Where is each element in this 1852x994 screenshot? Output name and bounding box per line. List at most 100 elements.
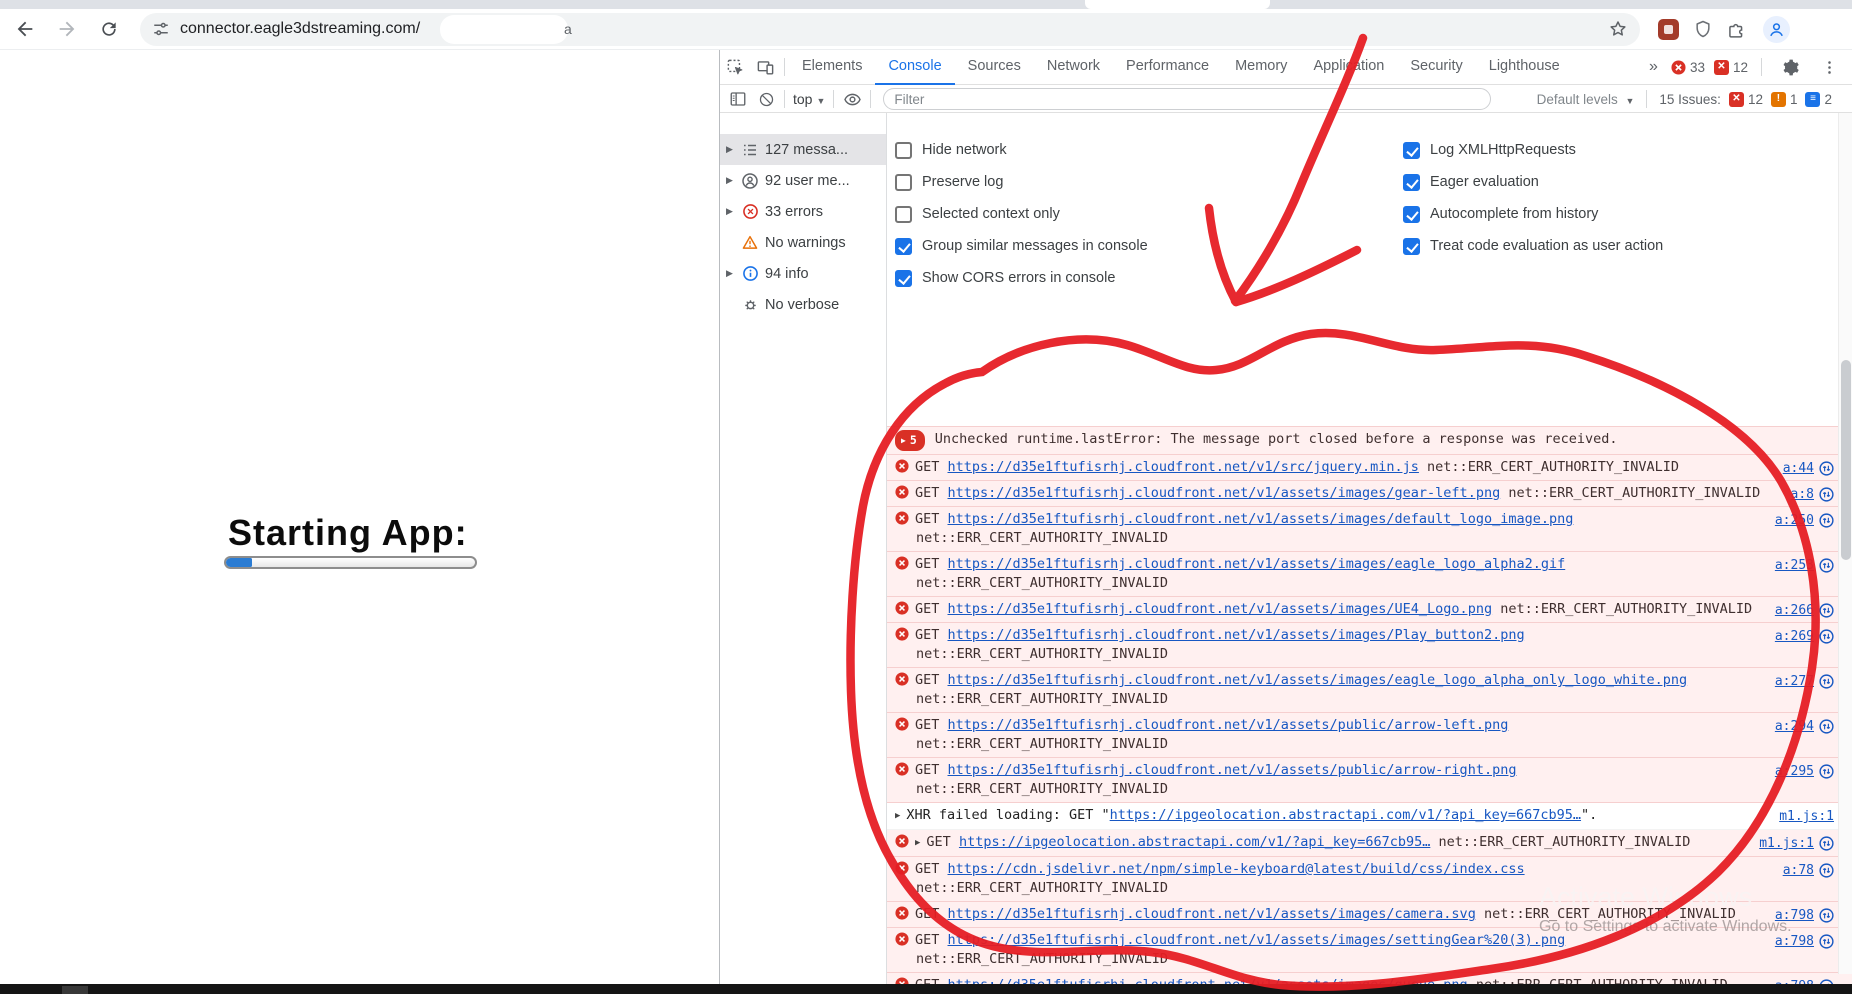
network-request-icon[interactable]	[1819, 629, 1834, 644]
request-url-link[interactable]: https://d35e1ftufisrhj.cloudfront.net/v1…	[948, 511, 1574, 527]
checkbox[interactable]	[895, 238, 912, 255]
more-tabs-chevron[interactable]: »	[1645, 50, 1662, 85]
network-request-icon[interactable]	[1819, 487, 1834, 502]
expand-arrow-icon[interactable]: ▶	[726, 206, 739, 217]
source-link[interactable]: a:295	[1775, 762, 1814, 781]
request-url-link[interactable]: https://d35e1ftufisrhj.cloudfront.net/v1…	[948, 485, 1501, 501]
sidebar-item-92-user-me-[interactable]: ▶92 user me...	[720, 165, 886, 196]
reload-button[interactable]	[92, 12, 126, 46]
context-selector[interactable]: top▼	[793, 91, 825, 107]
request-url-link[interactable]: https://d35e1ftufisrhj.cloudfront.net/v1…	[948, 627, 1525, 643]
tab-security[interactable]: Security	[1397, 50, 1475, 85]
request-url-link[interactable]: https://d35e1ftufisrhj.cloudfront.net/v1…	[948, 556, 1566, 572]
url-text[interactable]: connector.eagle3dstreaming.com/	[180, 20, 420, 38]
network-request-icon[interactable]	[1819, 558, 1834, 573]
source-link[interactable]: a:798	[1775, 932, 1814, 951]
expand-arrow-icon[interactable]: ▶	[726, 144, 739, 155]
source-link[interactable]: a:253	[1775, 556, 1814, 575]
tab-elements[interactable]: Elements	[789, 50, 875, 85]
checkbox[interactable]	[895, 270, 912, 287]
sidebar-item-no-warnings[interactable]: No warnings	[720, 227, 886, 258]
network-request-icon[interactable]	[1819, 674, 1834, 689]
console-sidebar-toggle-icon[interactable]	[724, 87, 752, 111]
console-error-count[interactable]: 33	[1671, 60, 1705, 75]
checkbox[interactable]	[1403, 174, 1420, 191]
tab-memory[interactable]: Memory	[1222, 50, 1300, 85]
tab-sources[interactable]: Sources	[955, 50, 1034, 85]
source-link[interactable]: a:250	[1775, 511, 1814, 530]
scrollbar-thumb[interactable]	[1841, 360, 1851, 560]
source-link[interactable]: m1.js:1	[1779, 807, 1834, 826]
network-request-icon[interactable]	[1819, 863, 1834, 878]
network-request-icon[interactable]	[1819, 513, 1834, 528]
shield-extension-icon[interactable]	[1693, 19, 1713, 39]
request-url-link[interactable]: https://d35e1ftufisrhj.cloudfront.net/v1…	[948, 906, 1476, 922]
address-bar[interactable]: connector.eagle3dstreaming.com/ a	[140, 13, 1640, 46]
setting-preserve-log[interactable]: Preserve log	[895, 166, 1852, 198]
live-expression-eye-icon[interactable]	[838, 87, 866, 111]
issue-badge-warning[interactable]: !1	[1771, 92, 1798, 107]
setting-eager-evaluation[interactable]: Eager evaluation	[1403, 166, 1663, 198]
network-request-icon[interactable]	[1819, 603, 1834, 618]
clear-console-icon[interactable]	[752, 87, 780, 111]
request-url-link[interactable]: https://ipgeolocation.abstractapi.com/v1…	[1110, 807, 1581, 823]
source-link[interactable]: a:266	[1775, 601, 1814, 620]
checkbox[interactable]	[895, 206, 912, 223]
request-url-link[interactable]: https://d35e1ftufisrhj.cloudfront.net/v1…	[948, 932, 1566, 948]
checkbox[interactable]	[1403, 142, 1420, 159]
source-link[interactable]: a:798	[1775, 977, 1814, 984]
devtools-settings-gear-icon[interactable]	[1775, 53, 1805, 81]
setting-log-xmlhttprequests[interactable]: Log XMLHttpRequests	[1403, 134, 1663, 166]
devtools-kebab-menu-icon[interactable]	[1814, 53, 1844, 81]
network-request-icon[interactable]	[1819, 719, 1834, 734]
issue-badge-info[interactable]: ≡2	[1805, 92, 1832, 107]
request-url-link[interactable]: https://d35e1ftufisrhj.cloudfront.net/v1…	[948, 601, 1493, 617]
network-request-icon[interactable]	[1819, 836, 1834, 851]
filter-input[interactable]	[883, 88, 1491, 110]
source-link[interactable]: a:269	[1775, 627, 1814, 646]
source-link[interactable]: a:294	[1775, 717, 1814, 736]
source-link[interactable]: a:8	[1791, 485, 1814, 504]
setting-show-cors-errors-in-console[interactable]: Show CORS errors in console	[895, 262, 1852, 294]
network-request-icon[interactable]	[1819, 908, 1834, 923]
forward-button[interactable]	[50, 12, 84, 46]
request-url-link[interactable]: https://cdn.jsdelivr.net/npm/simple-keyb…	[948, 861, 1525, 877]
checkbox[interactable]	[895, 174, 912, 191]
back-button[interactable]	[8, 12, 42, 46]
issues-count[interactable]: ✕ 12	[1714, 60, 1748, 75]
setting-selected-context-only[interactable]: Selected context only	[895, 198, 1852, 230]
request-url-link[interactable]: https://d35e1ftufisrhj.cloudfront.net/v1…	[948, 672, 1688, 688]
tab-application[interactable]: Application	[1300, 50, 1397, 85]
tab-network[interactable]: Network	[1034, 50, 1113, 85]
source-link[interactable]: a:277	[1775, 672, 1814, 691]
network-request-icon[interactable]	[1819, 764, 1834, 779]
network-request-icon[interactable]	[1819, 934, 1834, 949]
console-scrollbar[interactable]	[1838, 113, 1852, 974]
device-toolbar-icon[interactable]	[750, 53, 780, 81]
site-settings-icon[interactable]	[152, 20, 170, 38]
sidebar-item-33-errors[interactable]: ▶33 errors	[720, 196, 886, 227]
source-link[interactable]: m1.js:1	[1759, 834, 1814, 853]
checkbox[interactable]	[1403, 238, 1420, 255]
extensions-puzzle-icon[interactable]	[1727, 19, 1747, 39]
checkbox[interactable]	[1403, 206, 1420, 223]
sidebar-item-127-messa-[interactable]: ▶127 messa...	[720, 134, 886, 165]
expand-arrow-icon[interactable]: ▶	[726, 175, 739, 186]
tab-performance[interactable]: Performance	[1113, 50, 1222, 85]
log-level-selector[interactable]: Default levels ▼	[1537, 92, 1635, 107]
source-link[interactable]: a:78	[1783, 861, 1814, 880]
setting-autocomplete-from-history[interactable]: Autocomplete from history	[1403, 198, 1663, 230]
inspect-element-icon[interactable]	[720, 53, 750, 81]
request-url-link[interactable]: https://ipgeolocation.abstractapi.com/v1…	[959, 834, 1430, 850]
sidebar-item-94-info[interactable]: ▶94 info	[720, 258, 886, 289]
tab-console[interactable]: Console	[875, 50, 954, 85]
network-request-icon[interactable]	[1819, 461, 1834, 476]
expand-arrow-icon[interactable]: ▶	[915, 834, 920, 853]
request-url-link[interactable]: https://d35e1ftufisrhj.cloudfront.net/v1…	[948, 762, 1517, 778]
expand-arrow-icon[interactable]: ▶	[895, 807, 900, 826]
setting-treat-code-evaluation-as-user-action[interactable]: Treat code evaluation as user action	[1403, 230, 1663, 262]
extension-icon[interactable]	[1658, 19, 1679, 40]
expand-arrow-icon[interactable]: ▶	[726, 268, 739, 279]
source-link[interactable]: a:44	[1783, 459, 1814, 478]
setting-group-similar-messages-in-console[interactable]: Group similar messages in console	[895, 230, 1852, 262]
